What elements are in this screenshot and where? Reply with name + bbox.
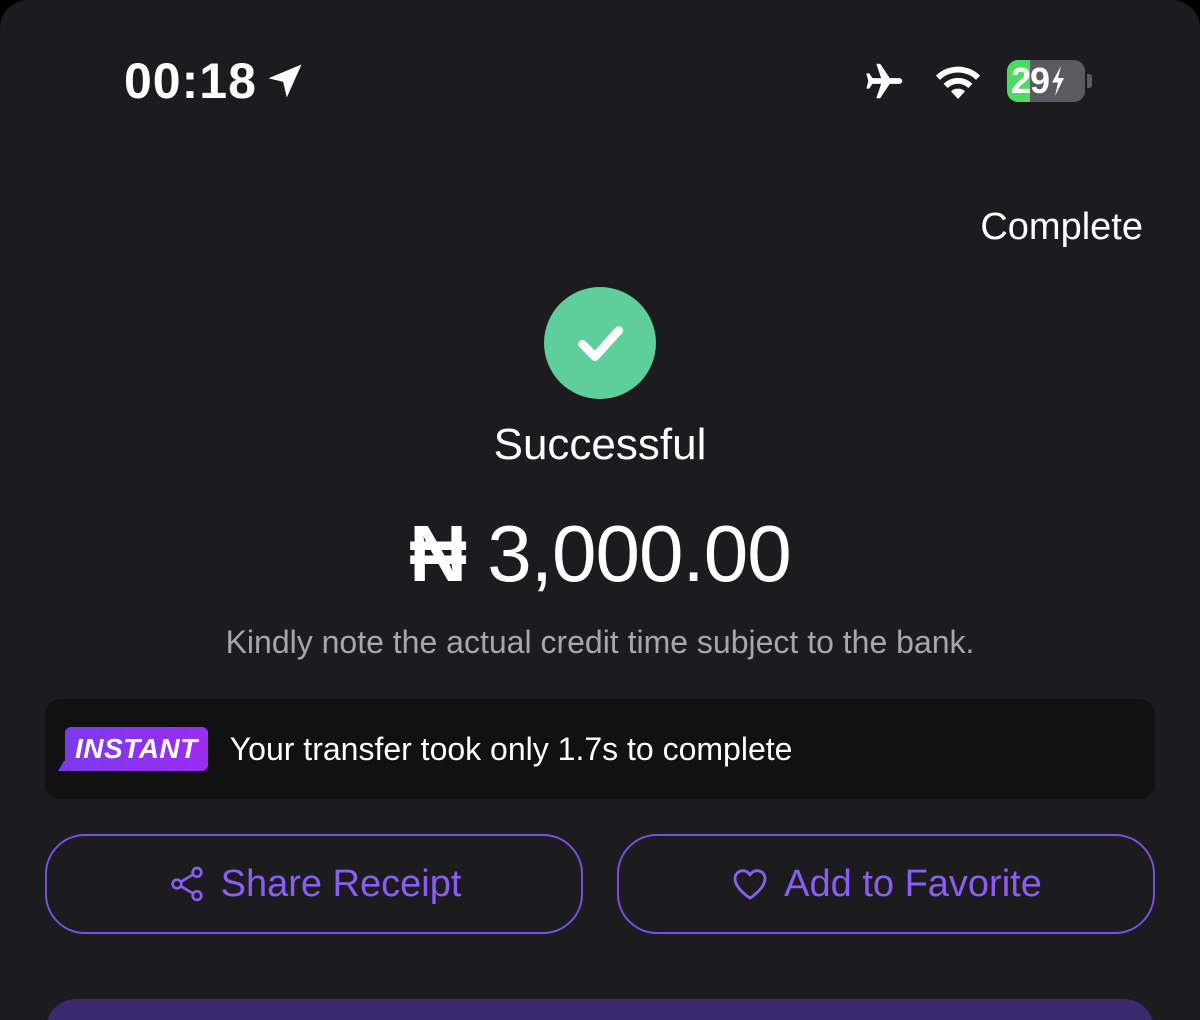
success-check-badge <box>544 287 656 399</box>
amount-value: 3,000.00 <box>487 509 791 598</box>
complete-button[interactable]: Complete <box>980 206 1143 249</box>
airplane-icon <box>866 63 903 99</box>
amount-display: ₦ 3,000.00 <box>0 508 1200 600</box>
battery-cap <box>1087 74 1092 88</box>
heart-icon <box>733 869 767 900</box>
status-label: Successful <box>493 420 707 469</box>
status-time-text: 00:18 <box>124 53 257 109</box>
instant-message: Your transfer took only 1.7s to complete <box>229 730 793 767</box>
status-icons: 29 <box>859 58 1092 104</box>
credit-time-note: Kindly note the actual credit time subje… <box>225 624 975 660</box>
instant-badge-label: INSTANT <box>75 733 198 764</box>
battery-indicator: 29 <box>1007 60 1085 102</box>
currency-symbol: ₦ <box>409 509 467 598</box>
wifi-icon <box>935 66 981 99</box>
add-to-favorite-label: Add to Favorite <box>784 862 1042 905</box>
instant-transfer-banner: INSTANT Your transfer took only 1.7s to … <box>45 699 1155 799</box>
share-receipt-label: Share Receipt <box>220 862 462 905</box>
instant-badge: INSTANT <box>65 727 208 771</box>
add-to-favorite-button[interactable]: Add to Favorite <box>617 834 1155 934</box>
charging-bolt-icon <box>1052 66 1065 96</box>
share-icon <box>170 866 203 902</box>
location-arrow-icon <box>268 64 302 98</box>
bottom-action-button[interactable] <box>46 999 1154 1020</box>
app-screen: 00:18 29 Complete Successful ₦ 3,000.00 … <box>0 0 1200 1020</box>
battery-percent: 29 <box>1011 60 1050 101</box>
status-time: 00:18 <box>124 52 307 110</box>
check-icon <box>578 326 623 361</box>
share-receipt-button[interactable]: Share Receipt <box>45 834 583 934</box>
